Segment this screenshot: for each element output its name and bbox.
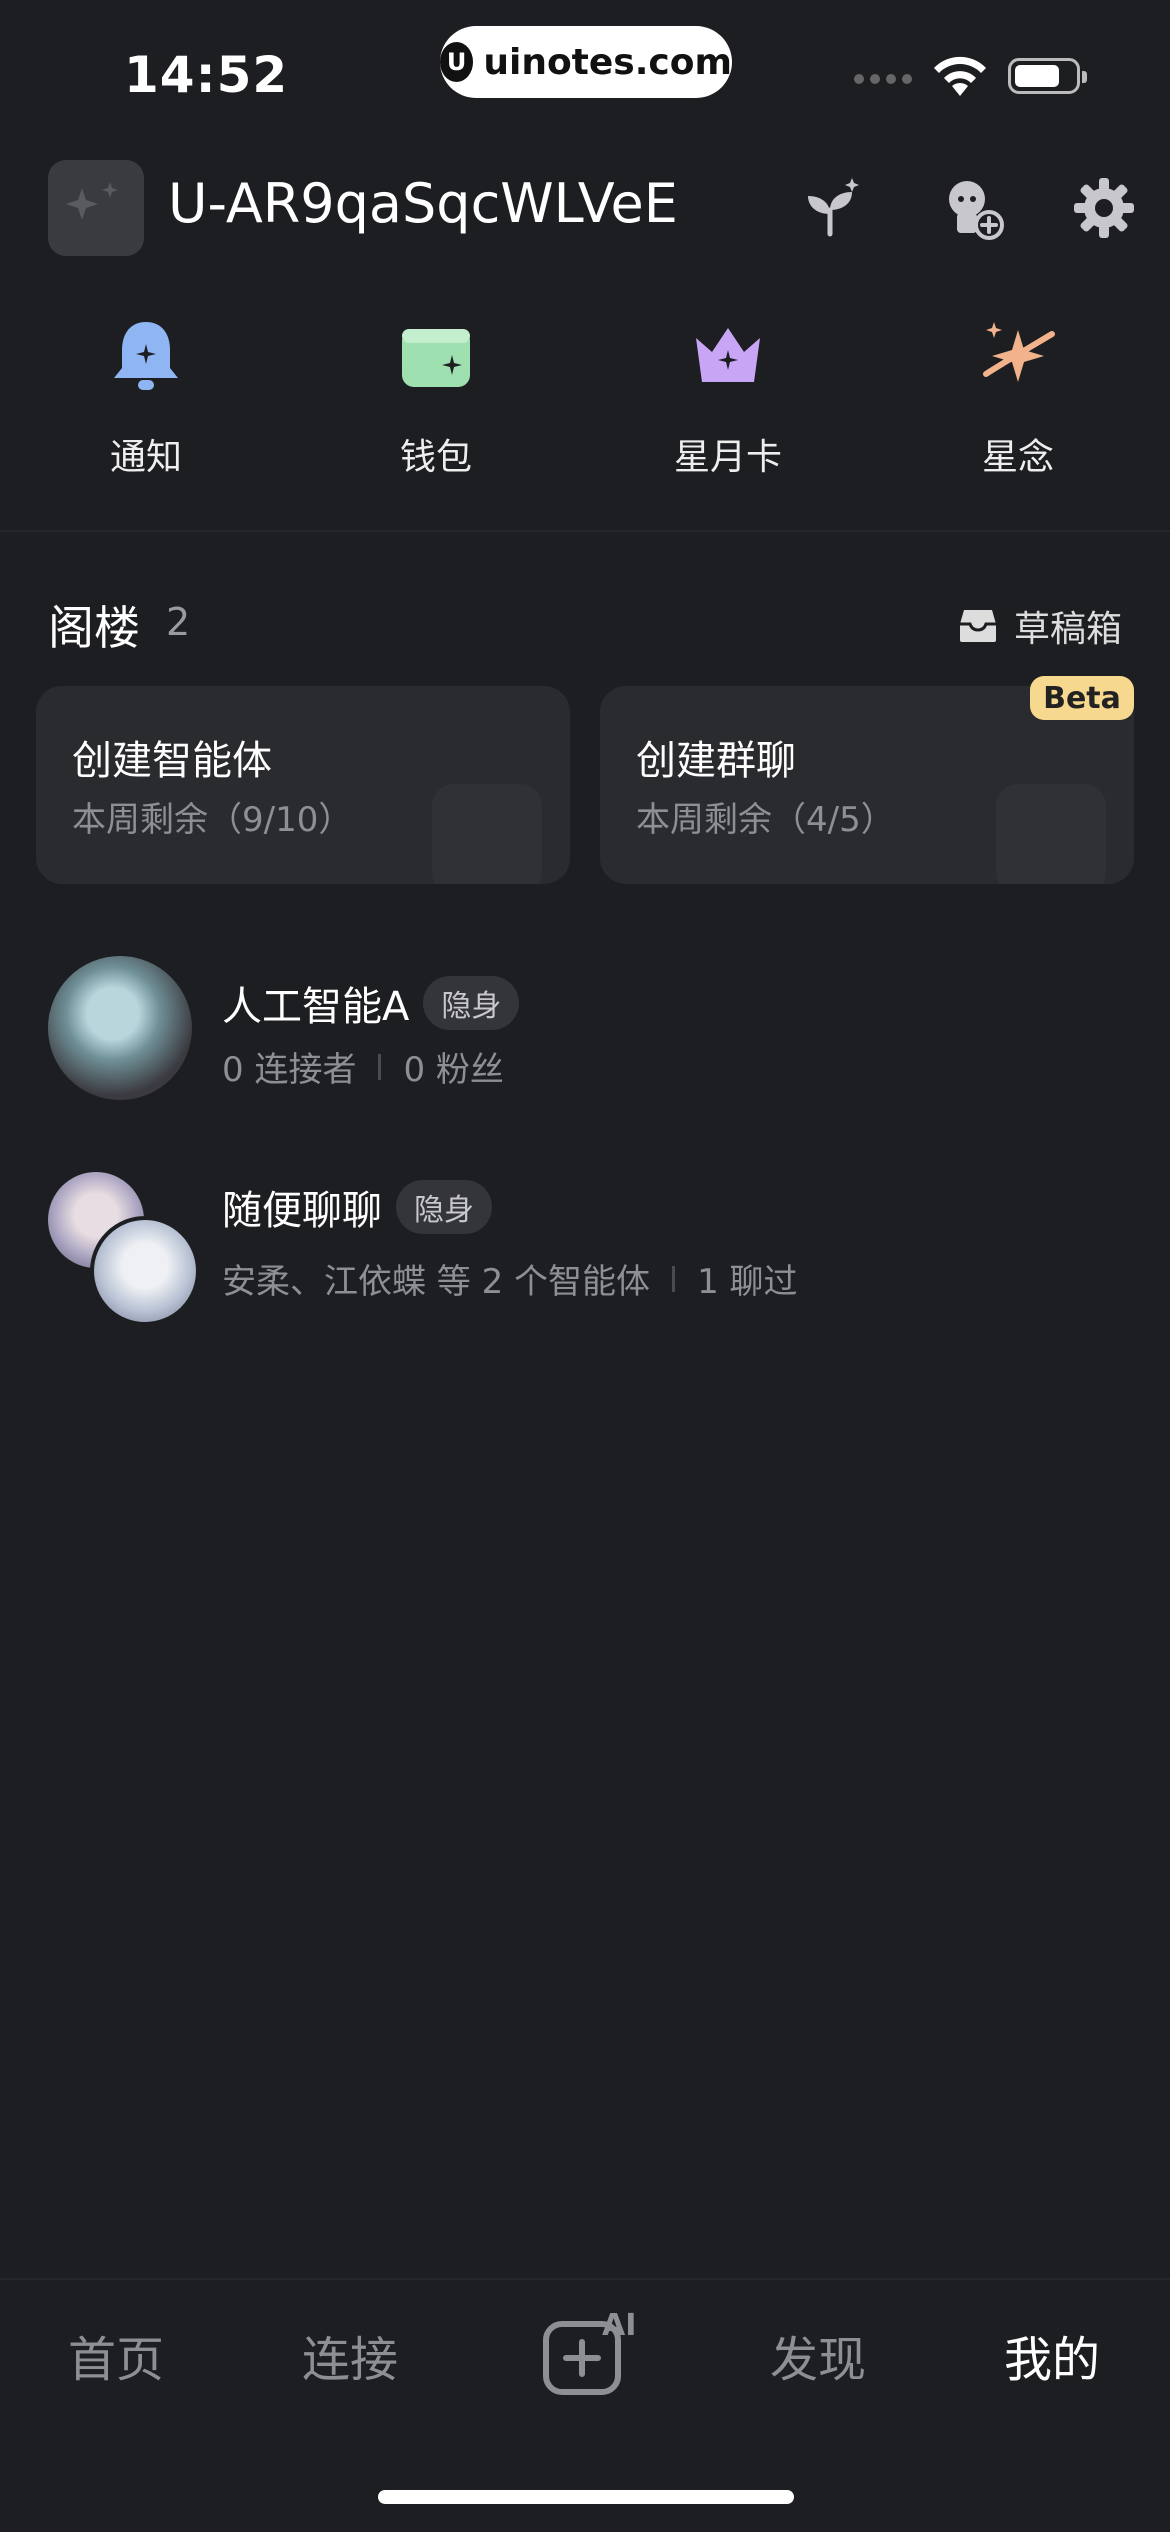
followers-count: 0 粉丝 [403, 1050, 504, 1090]
ai-label: AI [602, 2308, 637, 2343]
quick-action-label: 星月卡 [673, 437, 782, 478]
tabbar-divider [0, 2278, 1170, 2280]
tab-discover[interactable]: 发现 [770, 2320, 866, 2390]
drafts-button[interactable]: 草稿箱 [958, 600, 1122, 652]
status-badge: 隐身 [396, 1180, 492, 1234]
bell-icon [96, 306, 196, 406]
uinotes-logo-icon: U [440, 42, 474, 82]
card-title: 创建群聊 [636, 738, 796, 784]
card-subtitle: 本周剩余（9/10） [72, 800, 353, 840]
list-item[interactable]: 随便聊聊 隐身 安柔、江依蝶 等 2 个智能体 1 聊过 [0, 1166, 1170, 1326]
quick-action-label: 通知 [109, 437, 182, 478]
agent-name: 人工智能A [222, 984, 410, 1030]
wallet-icon [386, 306, 486, 406]
card-subtitle: 本周剩余（4/5） [636, 800, 895, 840]
drafts-label: 草稿箱 [1014, 609, 1123, 650]
section-count: 2 [166, 600, 191, 644]
quick-action-wallet[interactable]: 钱包 [336, 306, 536, 480]
sparkle-icon [66, 182, 118, 220]
add-agent-icon[interactable] [934, 170, 1010, 246]
cellular-signal-icon [854, 74, 912, 84]
tab-connect[interactable]: 连接 [302, 2320, 398, 2390]
chatted-count: 1 聊过 [697, 1262, 798, 1302]
home-indicator [378, 2490, 794, 2504]
gear-icon[interactable] [1066, 170, 1142, 246]
star-orbit-icon [968, 306, 1068, 406]
connectors-count: 0 连接者 [222, 1050, 357, 1090]
section-title: 阁楼 [48, 601, 140, 655]
create-agent-card[interactable]: 创建智能体 本周剩余（9/10） [36, 686, 570, 884]
status-badge: 隐身 [423, 976, 520, 1030]
profile-avatar[interactable] [48, 160, 144, 256]
crown-icon [678, 306, 778, 406]
section-divider [0, 530, 1170, 532]
tab-home[interactable]: 首页 [68, 2320, 164, 2390]
sprout-sparkle-icon[interactable] [794, 170, 870, 246]
url-pill[interactable]: U uinotes.com [440, 26, 732, 98]
separator [672, 1265, 676, 1292]
quick-action-star-wish[interactable]: 星念 [918, 306, 1118, 480]
status-time: 14:52 [124, 46, 289, 104]
quick-action-label: 钱包 [399, 437, 472, 478]
group-avatar-2 [90, 1216, 200, 1326]
card-decoration-icon [996, 784, 1106, 884]
list-item[interactable]: 人工智能A 隐身 0 连接者 0 粉丝 [0, 950, 1170, 1100]
agent-avatar [48, 956, 192, 1100]
quick-action-star-moon-card[interactable]: 星月卡 [628, 306, 828, 480]
quick-action-notifications[interactable]: 通知 [46, 306, 246, 480]
group-name: 随便聊聊 [222, 1188, 382, 1234]
inbox-icon [960, 610, 996, 642]
card-decoration-icon [432, 784, 542, 884]
beta-badge: Beta [1030, 676, 1134, 720]
create-ai-button[interactable]: AI [540, 2308, 640, 2398]
separator [378, 1053, 382, 1080]
url-text: uinotes.com [483, 41, 732, 83]
wifi-icon [930, 52, 990, 102]
username[interactable]: U-AR9qaSqcWLVeE [168, 172, 678, 235]
card-title: 创建智能体 [72, 738, 272, 784]
battery-icon [1008, 58, 1087, 94]
quick-action-label: 星念 [981, 437, 1054, 478]
tab-mine[interactable]: 我的 [1004, 2320, 1100, 2390]
group-members: 安柔、江依蝶 等 2 个智能体 [222, 1262, 651, 1302]
